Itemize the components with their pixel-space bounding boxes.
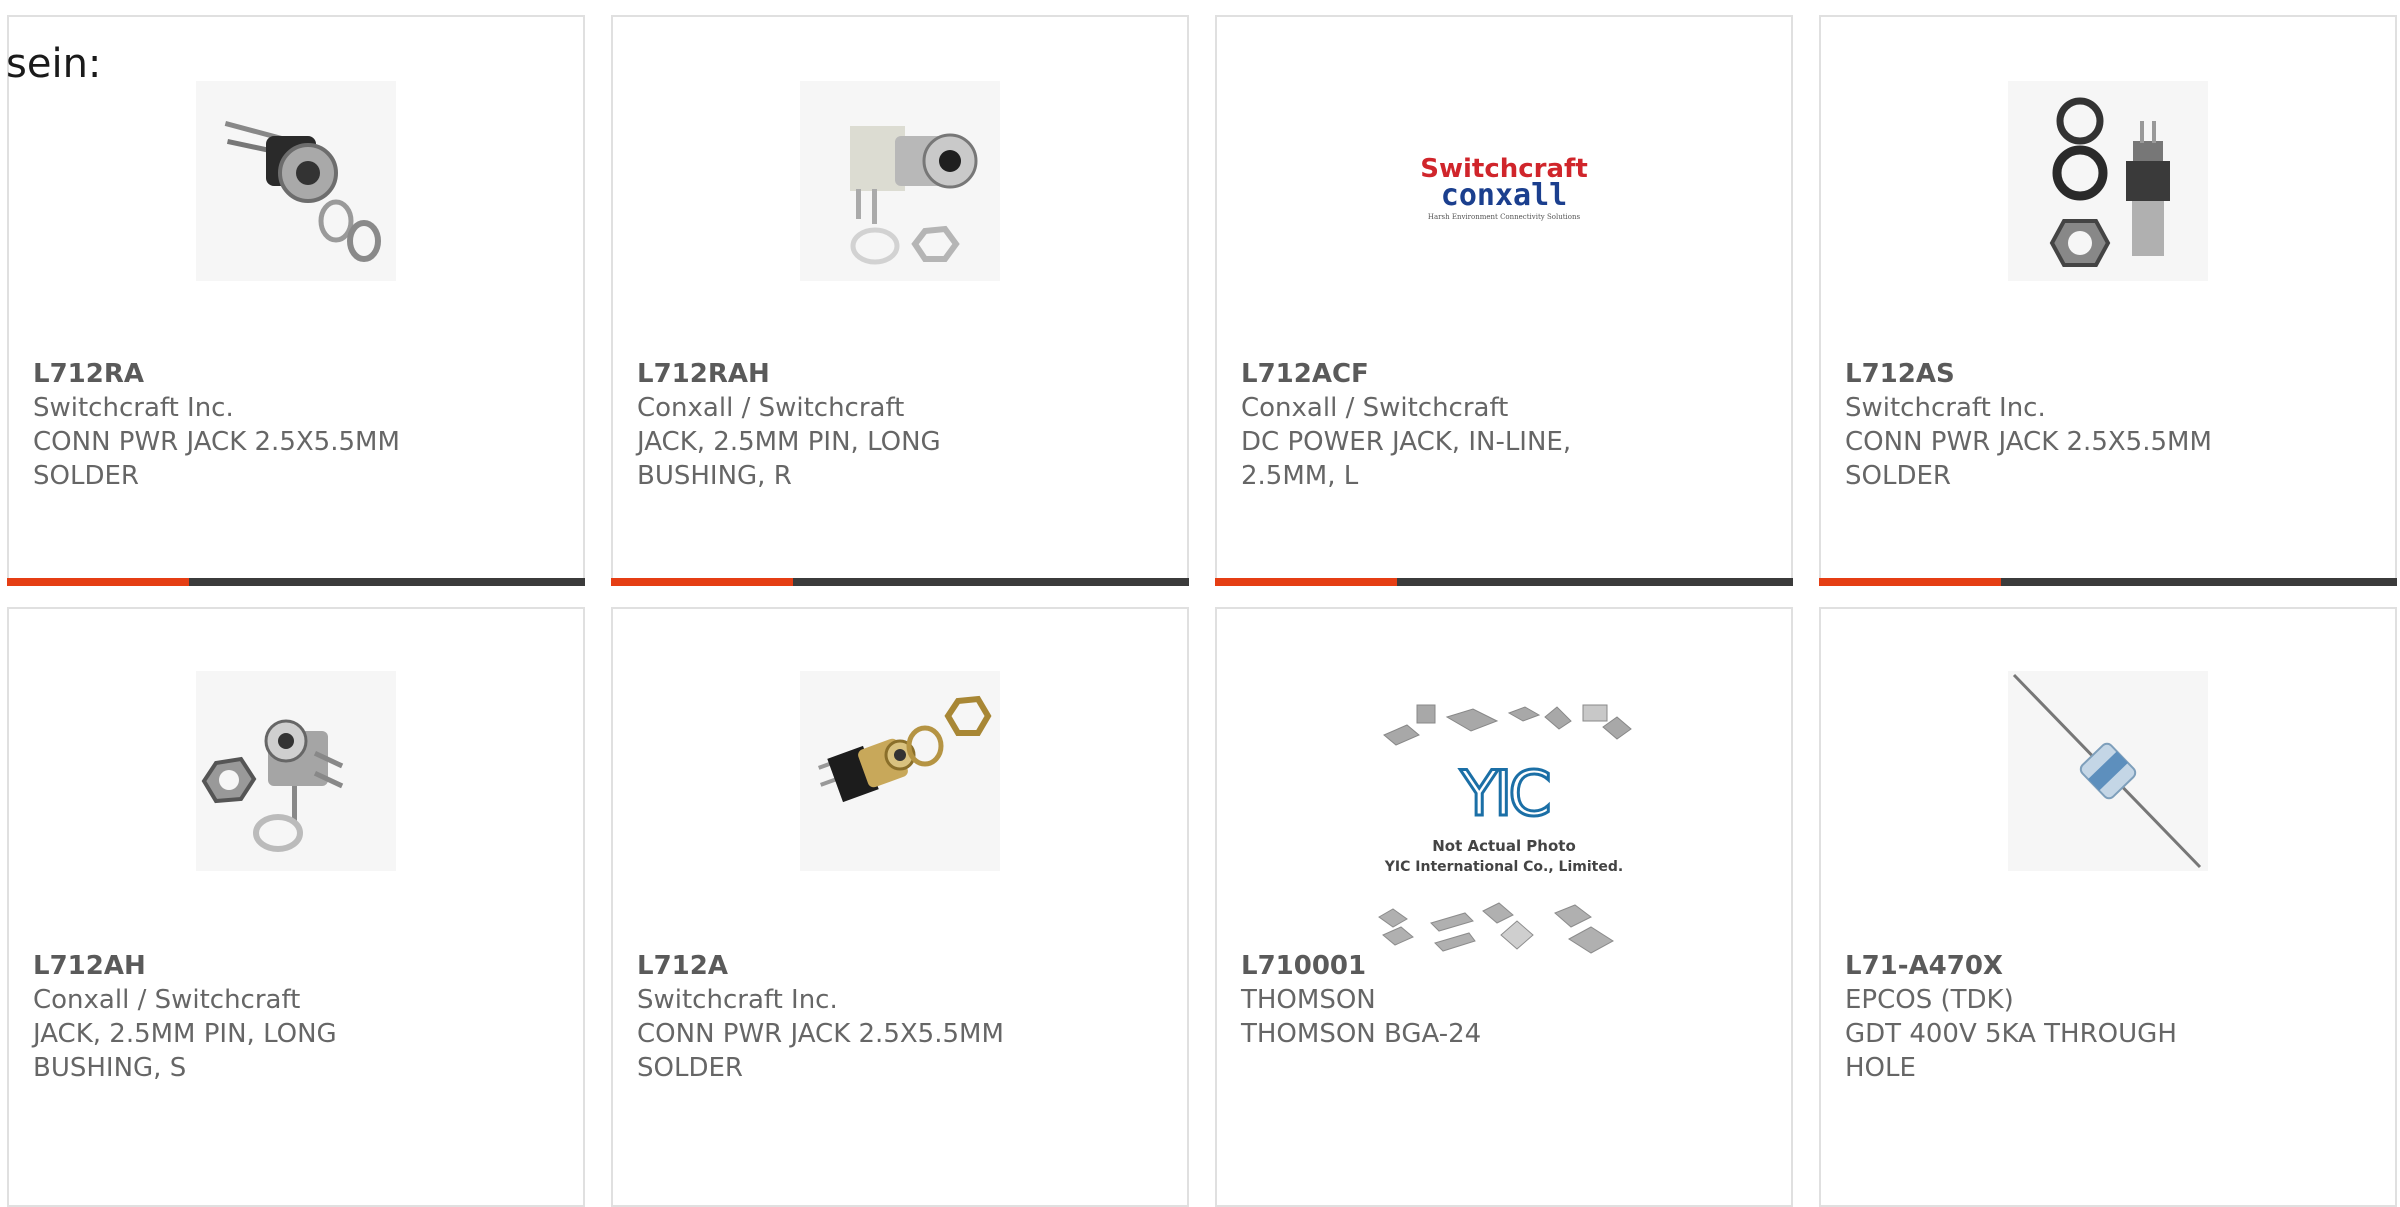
description: JACK, 2.5MM PIN, LONG BUSHING, S	[33, 1019, 337, 1083]
part-number[interactable]: L712A	[637, 949, 1167, 983]
card-accent-bar	[7, 578, 585, 586]
manufacturer: Conxall / Switchcraft	[1241, 393, 1509, 423]
product-card[interactable]: L712AS Switchcraft Inc. CONN PWR JACK 2.…	[1819, 15, 2397, 586]
manufacturer: THOMSON	[1241, 985, 1376, 1015]
manufacturer: Switchcraft Inc.	[637, 985, 838, 1015]
manufacturer: Conxall / Switchcraft	[33, 985, 301, 1015]
page-text-fragment: sein:	[6, 41, 102, 87]
part-number[interactable]: L712AH	[33, 949, 563, 983]
description: JACK, 2.5MM PIN, LONG BUSHING, R	[637, 427, 941, 491]
product-image[interactable]	[2008, 671, 2208, 871]
placeholder-caption: Not Actual Photo	[1432, 837, 1576, 855]
part-number[interactable]: L710001	[1241, 949, 1771, 983]
description: CONN PWR JACK 2.5X5.5MM SOLDER	[637, 1019, 1004, 1083]
product-card[interactable]: Switchcraft conxall Harsh Environment Co…	[1215, 15, 1793, 586]
product-card[interactable]: L71-A470X EPCOS (TDK) GDT 400V 5KA THROU…	[1819, 607, 2397, 1207]
part-number[interactable]: L71-A470X	[1845, 949, 2375, 983]
manufacturer: Switchcraft Inc.	[33, 393, 234, 423]
product-card[interactable]: L712A Switchcraft Inc. CONN PWR JACK 2.5…	[611, 607, 1189, 1207]
product-image[interactable]	[2008, 81, 2208, 281]
description: CONN PWR JACK 2.5X5.5MM SOLDER	[33, 427, 400, 491]
logo-tagline: Harsh Environment Connectivity Solutions	[1428, 213, 1581, 221]
part-number[interactable]: L712RAH	[637, 357, 1167, 391]
product-card[interactable]: L712RA Switchcraft Inc. CONN PWR JACK 2.…	[7, 15, 585, 586]
card-accent-bar	[611, 578, 1189, 586]
description: GDT 400V 5KA THROUGH HOLE	[1845, 1019, 2177, 1083]
manufacturer: EPCOS (TDK)	[1845, 985, 2014, 1015]
product-card[interactable]: L712AH Conxall / Switchcraft JACK, 2.5MM…	[7, 607, 585, 1207]
brand-logo-image[interactable]: Switchcraft conxall Harsh Environment Co…	[1404, 81, 1604, 281]
placeholder-image[interactable]: YIC Not Actual Photo YIC International C…	[1369, 697, 1639, 967]
card-accent-bar	[1215, 578, 1793, 586]
product-card[interactable]: L712RAH Conxall / Switchcraft JACK, 2.5M…	[611, 15, 1189, 586]
manufacturer: Conxall / Switchcraft	[637, 393, 905, 423]
logo-text-line2: conxall	[1441, 178, 1567, 213]
placeholder-company: YIC International Co., Limited.	[1384, 859, 1623, 875]
description: DC POWER JACK, IN-LINE, 2.5MM, L	[1241, 427, 1572, 491]
part-number[interactable]: L712RA	[33, 357, 563, 391]
description: CONN PWR JACK 2.5X5.5MM SOLDER	[1845, 427, 2212, 491]
description: THOMSON BGA-24	[1241, 1019, 1482, 1049]
product-image[interactable]	[800, 671, 1000, 871]
part-number[interactable]: L712AS	[1845, 357, 2375, 391]
card-accent-bar	[1819, 578, 2397, 586]
manufacturer: Switchcraft Inc.	[1845, 393, 2046, 423]
part-number[interactable]: L712ACF	[1241, 357, 1771, 391]
yic-logo-text: YIC	[1459, 757, 1548, 830]
product-image[interactable]	[196, 671, 396, 871]
product-image[interactable]	[800, 81, 1000, 281]
product-grid: L712RA Switchcraft Inc. CONN PWR JACK 2.…	[7, 15, 2397, 1207]
product-image[interactable]	[196, 81, 396, 281]
product-card[interactable]: YIC Not Actual Photo YIC International C…	[1215, 607, 1793, 1207]
